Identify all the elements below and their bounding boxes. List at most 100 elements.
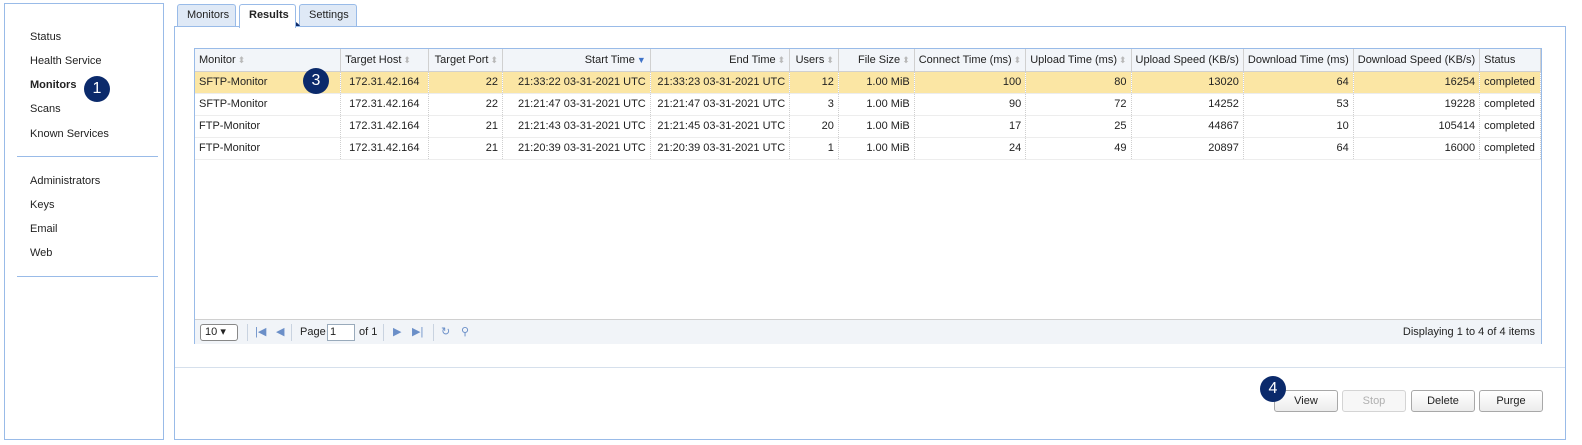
callout-badge-4: 4 (1260, 376, 1286, 402)
prev-page-icon[interactable]: ◀ (276, 325, 284, 338)
sidebar-divider (17, 156, 158, 157)
cell-end-time: 21:33:23 03-31-2021 UTC (650, 71, 791, 94)
cell-upload-speed: 44867 (1131, 115, 1244, 138)
cell-target-port: 22 (428, 93, 504, 116)
cell-connect-time: 100 (914, 71, 1027, 94)
cell-monitor: SFTP-Monitor (195, 93, 342, 116)
column-header-start-time[interactable]: Start Time ▼ (502, 49, 651, 72)
purge-button[interactable]: Purge (1479, 390, 1543, 412)
cell-target-port: 21 (428, 115, 504, 138)
table-header-row: Monitor ⬍ Target Host ⬍ Target Port ⬍ Start… (195, 49, 1541, 72)
table-row[interactable]: SFTP-Monitor 172.31.42.164 22 21:21:47 0… (195, 93, 1541, 116)
cell-upload-speed: 14252 (1131, 93, 1244, 116)
cell-target-host: 172.31.42.164 (340, 93, 429, 116)
cell-connect-time: 24 (914, 137, 1027, 160)
toolbar-separator (383, 324, 384, 341)
cell-status: completed (1479, 115, 1541, 138)
cell-upload-speed: 13020 (1131, 71, 1244, 94)
column-header-users[interactable]: Users ⬍ (789, 49, 839, 72)
page-number-input[interactable]: 1 (327, 324, 355, 341)
toolbar-separator (291, 324, 292, 341)
cell-start-time: 21:33:22 03-31-2021 UTC (502, 71, 651, 94)
toolbar-separator (433, 324, 434, 341)
sidebar-item-administrators[interactable]: Administrators (30, 175, 100, 187)
table-row[interactable]: SFTP-Monitor 172.31.42.164 22 21:33:22 0… (195, 71, 1541, 94)
cell-start-time: 21:20:39 03-31-2021 UTC (502, 137, 651, 160)
cell-upload-speed: 20897 (1131, 137, 1244, 160)
sidebar-item-web[interactable]: Web (30, 247, 52, 259)
cell-target-host: 172.31.42.164 (340, 115, 429, 138)
cell-monitor: FTP-Monitor (195, 115, 342, 138)
results-grid: Monitor ⬍ Target Host ⬍ Target Port ⬍ Start… (194, 48, 1542, 344)
search-icon[interactable]: ⚲ (461, 325, 469, 338)
column-header-end-time[interactable]: End Time ⬍ (650, 49, 791, 72)
column-header-status[interactable]: Status (1479, 49, 1541, 72)
results-table: Monitor ⬍ Target Host ⬍ Target Port ⬍ Start… (195, 49, 1541, 160)
table-row[interactable]: FTP-Monitor 172.31.42.164 21 21:21:43 03… (195, 115, 1541, 138)
cell-target-host: 172.31.42.164 (340, 137, 429, 160)
tab-monitors[interactable]: Monitors (177, 4, 236, 27)
first-page-icon[interactable]: |◀ (255, 325, 266, 338)
cell-download-time: 64 (1243, 137, 1354, 160)
cell-download-time: 10 (1243, 115, 1354, 138)
sidebar-item-monitors[interactable]: Monitors (30, 79, 76, 91)
callout-badge-1: 1 (84, 76, 110, 102)
cell-end-time: 21:20:39 03-31-2021 UTC (650, 137, 791, 160)
column-header-download-speed[interactable]: Download Speed (KB/s) (1353, 49, 1481, 72)
page-count-label: of 1 (359, 326, 378, 338)
cell-download-time: 64 (1243, 71, 1354, 94)
table-row[interactable]: FTP-Monitor 172.31.42.164 21 21:20:39 03… (195, 137, 1541, 160)
page-size-select[interactable]: 10 ▾ (200, 324, 238, 341)
cell-file-size: 1.00 MiB (838, 71, 915, 94)
page-label: Page (300, 326, 326, 338)
cell-start-time: 21:21:47 03-31-2021 UTC (502, 93, 651, 116)
chevron-down-icon: ▾ (220, 326, 226, 338)
toolbar-separator (247, 324, 248, 341)
column-header-download-time[interactable]: Download Time (ms) (1243, 49, 1354, 72)
cell-status: completed (1479, 71, 1541, 94)
last-page-icon[interactable]: ▶| (412, 325, 423, 338)
cell-upload-time: 72 (1025, 93, 1132, 116)
column-header-connect-time[interactable]: Connect Time (ms) ⬍ (914, 49, 1027, 72)
cell-download-time: 53 (1243, 93, 1354, 116)
tab-settings[interactable]: Settings (299, 4, 357, 27)
cell-target-port: 22 (428, 71, 504, 94)
sidebar-item-health-service[interactable]: Health Service (30, 55, 102, 67)
sidebar-item-status[interactable]: Status (30, 31, 61, 43)
sort-desc-icon: ▼ (636, 54, 646, 65)
sidebar-item-known-services[interactable]: Known Services (30, 128, 109, 140)
sidebar-item-keys[interactable]: Keys (30, 199, 54, 211)
stop-button[interactable]: Stop (1342, 390, 1406, 412)
delete-button[interactable]: Delete (1411, 390, 1475, 412)
column-header-target-host[interactable]: Target Host ⬍ (340, 49, 429, 72)
column-header-target-port[interactable]: Target Port ⬍ (428, 49, 504, 72)
sidebar-item-scans[interactable]: Scans (30, 103, 61, 115)
cell-download-speed: 16000 (1353, 137, 1481, 160)
tab-results[interactable]: Results (239, 4, 296, 28)
cell-upload-time: 25 (1025, 115, 1132, 138)
cell-file-size: 1.00 MiB (838, 93, 915, 116)
pagination-toolbar: 10 ▾ |◀ ◀ Page 1 of 1 ▶ ▶| ↻ ⚲ Displayin… (195, 319, 1541, 344)
column-header-file-size[interactable]: File Size ⬍ (838, 49, 915, 72)
callout-badge-3: 3 (303, 68, 329, 94)
cell-users: 12 (789, 71, 839, 94)
sidebar-nav: Status Health Service Monitors Scans Kno… (4, 3, 164, 440)
cell-download-speed: 16254 (1353, 71, 1481, 94)
cell-status: completed (1479, 93, 1541, 116)
refresh-icon[interactable]: ↻ (441, 325, 450, 338)
column-header-upload-time[interactable]: Upload Time (ms) ⬍ (1025, 49, 1132, 72)
sidebar-divider (17, 276, 158, 277)
cell-download-speed: 105414 (1353, 115, 1481, 138)
cell-upload-time: 80 (1025, 71, 1132, 94)
cell-monitor: FTP-Monitor (195, 137, 342, 160)
cell-users: 20 (789, 115, 839, 138)
cell-start-time: 21:21:43 03-31-2021 UTC (502, 115, 651, 138)
cell-connect-time: 17 (914, 115, 1027, 138)
cell-upload-time: 49 (1025, 137, 1132, 160)
cell-end-time: 21:21:45 03-31-2021 UTC (650, 115, 791, 138)
cell-file-size: 1.00 MiB (838, 137, 915, 160)
next-page-icon[interactable]: ▶ (393, 325, 401, 338)
cell-users: 3 (789, 93, 839, 116)
sidebar-item-email[interactable]: Email (30, 223, 58, 235)
column-header-upload-speed[interactable]: Upload Speed (KB/s) (1131, 49, 1244, 72)
